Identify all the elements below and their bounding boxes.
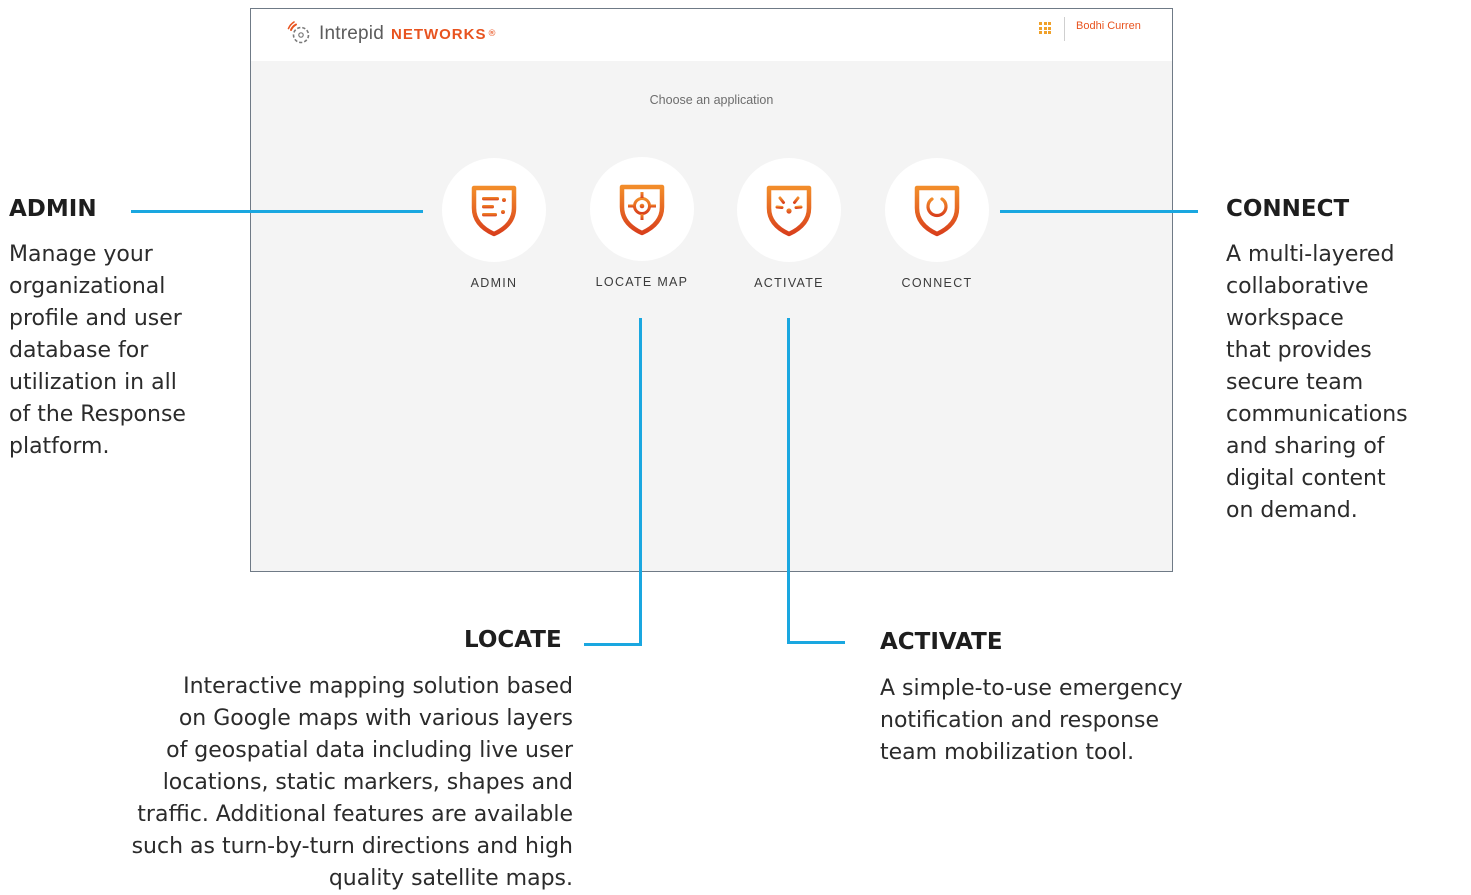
admin-text-line: platform.: [9, 434, 110, 459]
app-window: Intrepid NETWORKS ® Bodhi Curren Choose …: [250, 8, 1173, 572]
app-label-admin: ADMIN: [470, 276, 518, 290]
app-tile-activate[interactable]: ACTIVATE: [734, 158, 844, 290]
locate-text-line: Interactive mapping solution based: [183, 674, 573, 699]
app-circle-admin[interactable]: [442, 158, 546, 262]
locate-callout-line-horizontal: [584, 643, 642, 646]
admin-callout-text: Manage your organizational profile and u…: [9, 239, 239, 463]
apps-grid-icon[interactable]: [1039, 22, 1051, 34]
app-tile-admin[interactable]: ADMIN: [439, 158, 549, 290]
logo-registered-mark: ®: [487, 29, 497, 39]
connect-text-line: digital content: [1226, 466, 1386, 491]
app-header: Intrepid NETWORKS ® Bodhi Curren: [251, 9, 1172, 61]
app-label-activate: ACTIVATE: [754, 276, 824, 290]
app-circle-connect[interactable]: [885, 158, 989, 262]
logo-mark-icon: [287, 21, 310, 44]
locate-callout-text: Interactive mapping solution based on Go…: [20, 671, 573, 895]
admin-text-line: utilization in all: [9, 370, 177, 395]
locate-text-line: of geospatial data including live user: [166, 738, 573, 763]
connect-power-shield-icon: [914, 185, 960, 237]
intrepid-networks-logo[interactable]: Intrepid NETWORKS ®: [287, 21, 496, 47]
connect-callout-line: [1000, 210, 1198, 213]
activate-text-line: notification and response: [880, 708, 1160, 733]
locate-text-line: locations, static markers, shapes and: [162, 770, 573, 795]
connect-callout-title: CONNECT: [1226, 196, 1350, 222]
connect-text-line: communications: [1226, 402, 1408, 427]
locate-callout-title: LOCATE: [464, 627, 562, 653]
locate-text-line: on Google maps with various layers: [178, 706, 573, 731]
activate-callout-line-vertical: [787, 318, 790, 644]
admin-text-line: database for: [9, 338, 149, 363]
admin-callout-line: [131, 210, 423, 213]
locate-text-line: traffic. Additional features are availab…: [137, 802, 573, 827]
locate-target-shield-icon: [619, 184, 665, 236]
admin-text-line: organizational: [9, 274, 166, 299]
connect-text-line: on demand.: [1226, 498, 1358, 523]
logo-word: Intrepid: [319, 23, 384, 44]
app-circle-locate-map[interactable]: [590, 157, 694, 261]
admin-text-line: Manage your: [9, 242, 153, 267]
app-circle-activate[interactable]: [737, 158, 841, 262]
connect-text-line: A multi-layered: [1226, 242, 1395, 267]
admin-shield-icon: [471, 185, 517, 237]
activate-callout-title: ACTIVATE: [880, 629, 1003, 655]
activate-text-line: team mobilization tool.: [880, 740, 1135, 765]
choose-application-title: Choose an application: [649, 93, 774, 107]
admin-text-line: profile and user: [9, 306, 182, 331]
connect-text-line: and sharing of: [1226, 434, 1385, 459]
app-label-locate-map: LOCATE MAP: [595, 275, 689, 289]
activate-text-line: A simple-to-use emergency: [880, 676, 1183, 701]
app-tile-locate-map[interactable]: LOCATE MAP: [587, 157, 697, 289]
app-label-connect: CONNECT: [901, 276, 973, 290]
connect-text-line: secure team: [1226, 370, 1364, 395]
activate-callout-line-horizontal: [787, 641, 845, 644]
connect-text-line: workspace: [1226, 306, 1344, 331]
admin-callout-title: ADMIN: [9, 196, 97, 222]
connect-callout-text: A multi-layered collaborative workspace …: [1226, 239, 1466, 527]
activate-burst-shield-icon: [766, 185, 812, 237]
locate-text-line: quality satellite maps.: [328, 866, 573, 891]
connect-text-line: that provides: [1226, 338, 1372, 363]
logo-brand: NETWORKS: [390, 25, 487, 43]
user-name-menu[interactable]: Bodhi Curren: [1076, 20, 1141, 32]
admin-text-line: of the Response: [9, 402, 186, 427]
header-divider: [1064, 17, 1065, 41]
connect-text-line: collaborative: [1226, 274, 1369, 299]
locate-text-line: such as turn-by-turn directions and high: [131, 834, 573, 859]
activate-callout-text: A simple-to-use emergency notification a…: [880, 673, 1300, 769]
locate-callout-line-vertical: [639, 318, 642, 646]
app-tile-connect[interactable]: CONNECT: [882, 158, 992, 290]
